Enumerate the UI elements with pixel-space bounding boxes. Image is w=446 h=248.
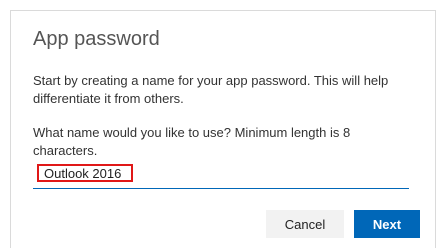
dialog-title: App password xyxy=(33,28,160,50)
app-password-name-input[interactable] xyxy=(37,164,133,182)
name-field xyxy=(33,164,409,189)
cancel-button[interactable]: Cancel xyxy=(266,210,344,238)
name-question-label: What name would you like to use? Minimum… xyxy=(33,125,351,158)
dialog-description: Start by creating a name for your app pa… xyxy=(33,73,389,106)
app-password-dialog: App password Start by creating a name fo… xyxy=(10,10,436,248)
next-button[interactable]: Next xyxy=(354,210,420,238)
